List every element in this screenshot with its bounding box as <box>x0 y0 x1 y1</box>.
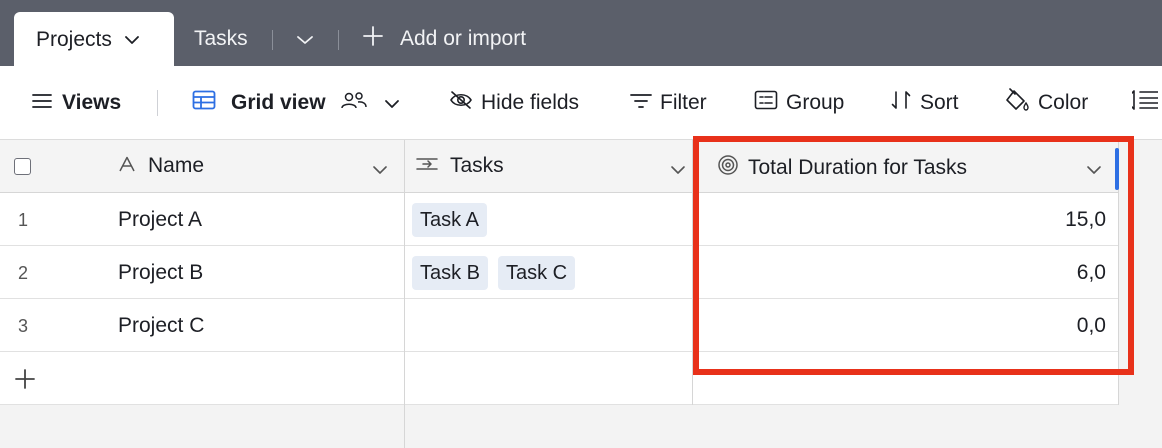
tasks-cell[interactable] <box>405 299 692 352</box>
grid-view-label: Grid view <box>231 91 326 114</box>
text-field-icon <box>118 154 136 178</box>
linked-record-icon <box>416 154 438 178</box>
linked-task-chip[interactable]: Task B <box>412 256 489 290</box>
plus-icon <box>362 25 384 53</box>
row-number: 1 <box>18 210 29 230</box>
total-duration-value: 15,0 <box>1065 208 1106 231</box>
views-button[interactable]: Views <box>32 66 121 140</box>
sort-button[interactable]: Sort <box>890 66 959 140</box>
table-row[interactable]: 2 Project B <box>0 246 404 299</box>
tab-tasks-label: Tasks <box>194 27 248 50</box>
chevron-down-icon[interactable] <box>372 162 388 180</box>
column-resize-handle[interactable] <box>1115 148 1119 190</box>
views-label: Views <box>62 91 122 114</box>
filter-button[interactable]: Filter <box>630 66 707 140</box>
table-row[interactable]: 3 Project C <box>0 299 404 352</box>
add-or-import-label: Add or import <box>400 27 527 50</box>
column-header-name[interactable]: Name <box>118 154 204 178</box>
total-duration-cell[interactable]: 6,0 <box>693 246 1118 299</box>
tasks-cell[interactable]: Task A <box>405 193 692 246</box>
filter-icon <box>630 91 652 115</box>
column-header-tasks[interactable]: Tasks <box>416 154 504 178</box>
row-height-icon <box>1131 89 1159 117</box>
record-name[interactable]: Project B <box>118 261 203 285</box>
add-row-area[interactable] <box>405 352 1118 405</box>
plus-icon <box>14 368 36 395</box>
paint-bucket-icon <box>1004 88 1030 118</box>
filter-label: Filter <box>660 91 707 114</box>
color-label: Color <box>1038 91 1089 114</box>
chevron-down-icon[interactable] <box>384 91 400 115</box>
group-label: Group <box>786 91 845 114</box>
header-total-duration[interactable]: Total Duration for Tasks <box>693 140 1118 193</box>
row-height-button[interactable] <box>1131 66 1159 140</box>
tabs-menu-button[interactable] <box>296 12 314 66</box>
chevron-down-icon[interactable] <box>670 162 686 180</box>
header-tasks[interactable]: Tasks <box>405 140 692 193</box>
column-divider <box>692 140 693 405</box>
column-header-name-label: Name <box>148 154 205 177</box>
records-grid: Name Tasks Total Duration for Tasks 1 Pr… <box>0 140 1162 448</box>
row-number: 2 <box>18 263 29 283</box>
tab-projects[interactable]: Projects <box>14 12 174 68</box>
select-all-checkbox[interactable] <box>14 158 31 175</box>
grid-view-button[interactable]: Grid view <box>192 66 400 140</box>
record-name[interactable]: Project C <box>118 314 204 338</box>
table-tab-bar: Projects Tasks Add or import <box>0 0 1162 68</box>
add-or-import-button[interactable]: Add or import <box>362 12 526 66</box>
column-header-total-duration[interactable]: Total Duration for Tasks <box>717 154 967 182</box>
users-icon <box>340 90 368 116</box>
add-row-button[interactable] <box>0 352 404 405</box>
total-duration-value: 0,0 <box>1076 314 1106 337</box>
sort-icon <box>890 89 912 117</box>
eye-off-icon <box>449 90 473 116</box>
table-row[interactable]: 1 Project A <box>0 193 404 246</box>
hide-fields-button[interactable]: Hide fields <box>449 66 579 140</box>
rollup-icon <box>717 154 739 182</box>
group-icon <box>754 90 778 116</box>
total-duration-cell[interactable]: 15,0 <box>693 193 1118 246</box>
record-name[interactable]: Project A <box>118 208 202 232</box>
toolbar-divider <box>157 90 158 116</box>
column-header-total-duration-label: Total Duration for Tasks <box>748 156 968 179</box>
hide-fields-label: Hide fields <box>481 91 580 114</box>
linked-task-chip[interactable]: Task A <box>412 203 487 237</box>
total-duration-cell[interactable]: 0,0 <box>693 299 1118 352</box>
group-button[interactable]: Group <box>754 66 844 140</box>
column-header-tasks-label: Tasks <box>450 154 504 177</box>
tab-tasks[interactable]: Tasks <box>194 12 248 66</box>
sort-label: Sort <box>920 91 959 114</box>
total-duration-value: 6,0 <box>1076 261 1106 284</box>
chevron-down-icon[interactable] <box>124 35 140 45</box>
view-toolbar: Views Grid view Hide fields Filter Group <box>0 66 1162 140</box>
chevron-down-icon[interactable] <box>1086 162 1102 180</box>
tasks-cell[interactable]: Task B Task C <box>405 246 692 299</box>
linked-task-chip[interactable]: Task C <box>498 256 576 290</box>
tab-divider <box>272 30 273 50</box>
menu-icon <box>32 91 52 115</box>
tab-projects-label: Projects <box>36 28 112 51</box>
tab-divider <box>338 30 339 50</box>
column-divider <box>404 140 405 448</box>
row-number: 3 <box>18 316 29 336</box>
chevron-down-icon <box>296 27 314 51</box>
color-button[interactable]: Color <box>1004 66 1088 140</box>
header-left: Name <box>0 140 404 193</box>
grid-icon <box>192 90 216 116</box>
